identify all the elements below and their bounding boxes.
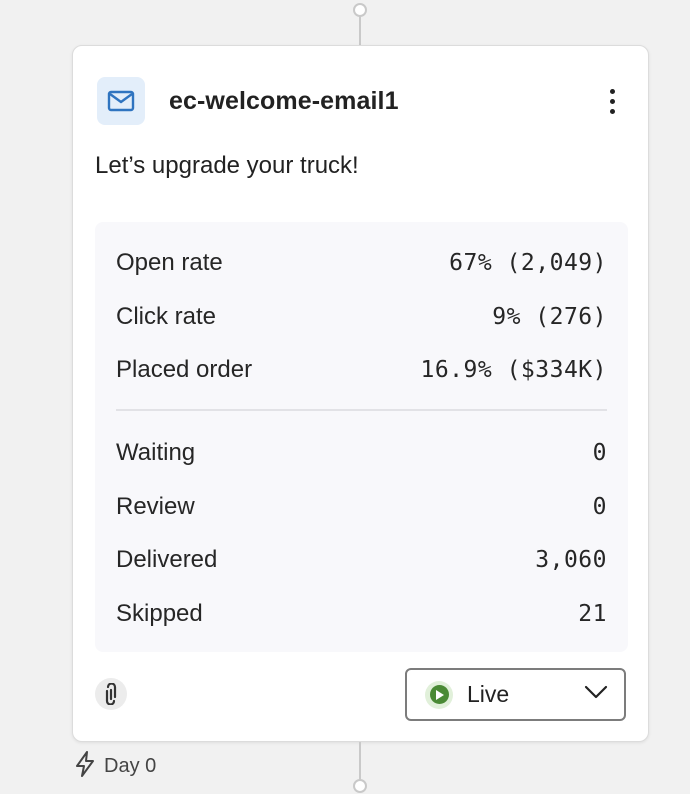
stat-row-skipped: Skipped 21 xyxy=(116,594,607,634)
stat-value: 16.9% ($334K) xyxy=(420,357,607,383)
email-subject: Let’s upgrade your truck! xyxy=(95,152,359,179)
flow-node-top[interactable] xyxy=(353,3,367,17)
email-step-card[interactable]: ec-welcome-email1 Let’s upgrade your tru… xyxy=(72,45,649,742)
trigger-delay: Day 0 xyxy=(74,750,157,782)
chevron-down-icon xyxy=(584,685,608,704)
play-icon xyxy=(425,680,453,709)
flow-canvas: ec-welcome-email1 Let’s upgrade your tru… xyxy=(0,0,690,794)
stat-value: 0 xyxy=(592,440,607,466)
lightning-icon xyxy=(74,750,96,782)
status-label: Live xyxy=(467,681,510,707)
stat-label: Review xyxy=(116,493,195,520)
stat-row-waiting: Waiting 0 xyxy=(116,433,607,473)
card-title: ec-welcome-email1 xyxy=(169,86,399,115)
mail-icon xyxy=(97,77,145,125)
stat-label: Waiting xyxy=(116,439,196,466)
stat-label: Click rate xyxy=(116,303,217,330)
stat-value: 0 xyxy=(592,494,607,520)
stat-row-delivered: Delivered 3,060 xyxy=(116,540,607,580)
flow-node-bottom[interactable] xyxy=(353,779,367,793)
flow-connector-bottom xyxy=(359,742,361,780)
status-dropdown[interactable]: Live xyxy=(405,668,626,721)
stats-panel: Open rate 67% (2,049) Click rate 9% (276… xyxy=(95,222,628,652)
stat-label: Placed order xyxy=(116,356,253,383)
card-footer: Live xyxy=(95,668,626,722)
more-options-icon[interactable] xyxy=(600,81,624,121)
stat-value: 21 xyxy=(578,601,607,627)
stat-row-review: Review 0 xyxy=(116,487,607,527)
stat-value: 3,060 xyxy=(535,547,607,573)
stat-row-click-rate: Click rate 9% (276) xyxy=(116,297,607,337)
stat-label: Skipped xyxy=(116,600,203,627)
link-icon[interactable] xyxy=(95,678,127,710)
stat-row-open-rate: Open rate 67% (2,049) xyxy=(116,243,607,283)
stat-row-placed-order: Placed order 16.9% ($334K) xyxy=(116,350,607,390)
stats-divider xyxy=(116,409,607,411)
trigger-label: Day 0 xyxy=(104,754,157,777)
stat-label: Open rate xyxy=(116,249,223,276)
stat-value: 9% (276) xyxy=(492,304,607,330)
stat-value: 67% (2,049) xyxy=(449,250,607,276)
card-header: ec-welcome-email1 xyxy=(97,76,624,126)
stat-label: Delivered xyxy=(116,546,218,573)
flow-connector-top xyxy=(359,14,361,46)
